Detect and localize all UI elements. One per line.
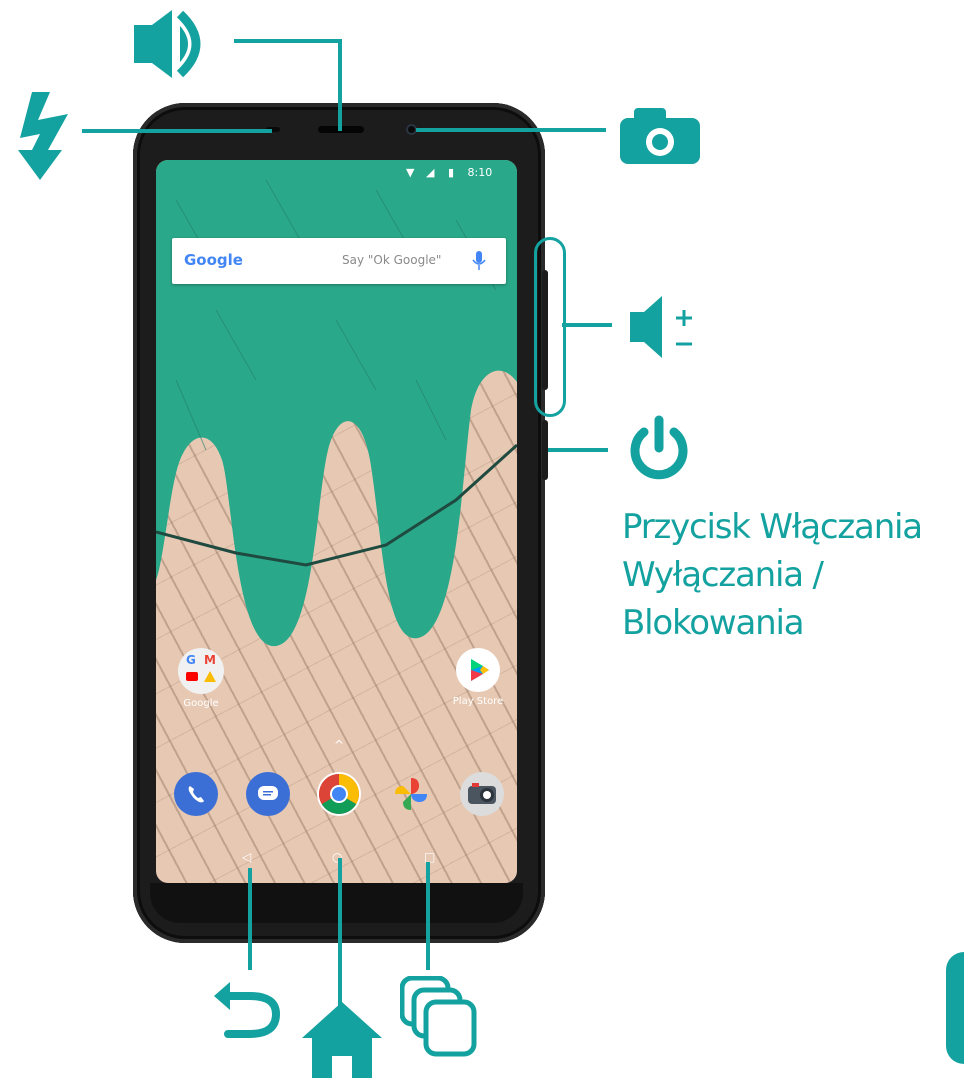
volume-highlight-ring	[534, 237, 566, 417]
dock	[174, 772, 504, 822]
google-logo: Google	[184, 251, 243, 269]
google-folder[interactable]: G M Google	[178, 648, 228, 709]
clock: 8:10	[467, 166, 493, 179]
chevron-up-icon[interactable]: ^	[334, 738, 344, 752]
folder-icon: G M	[178, 648, 224, 694]
battery-icon: ▮	[447, 166, 454, 179]
power-label-line1: Przycisk Włączania	[622, 507, 923, 547]
phone-app-icon[interactable]	[174, 772, 218, 816]
power-icon	[630, 415, 688, 480]
power-label-line2: Wyłączania /	[622, 555, 824, 595]
status-bar: ▼ ◢ ▮ 8:10	[406, 166, 492, 179]
phone-screen: ▼ ◢ ▮ 8:10 Google Say "Ok Google" G M Go…	[156, 160, 517, 883]
power-label-line3: Blokowania	[622, 603, 805, 643]
search-hint: Say "Ok Google"	[342, 253, 442, 267]
signal-icon: ◢	[425, 166, 435, 179]
mic-icon[interactable]	[472, 250, 486, 272]
speaker-icon	[134, 10, 201, 78]
play-store-label: Play Store	[452, 696, 504, 707]
volume-leader	[562, 323, 612, 327]
camera-leader	[416, 128, 606, 132]
play-store-app[interactable]: Play Store	[448, 648, 508, 707]
page-tab	[946, 952, 964, 1064]
power-leader	[548, 448, 608, 452]
back-icon	[214, 982, 281, 1038]
flash-icon	[18, 92, 68, 180]
google-search-bar[interactable]: Google Say "Ok Google"	[172, 238, 506, 284]
recents-leader	[426, 862, 430, 970]
wifi-icon: ▼	[406, 166, 415, 179]
home-leader	[338, 858, 342, 1010]
phone-chin	[150, 883, 523, 923]
chrome-app-icon[interactable]	[317, 772, 361, 816]
camera-icon	[620, 108, 700, 164]
back-leader	[248, 868, 252, 970]
photos-app-icon[interactable]	[389, 772, 433, 816]
speaker-leader-h	[234, 39, 342, 43]
camera-app-icon[interactable]	[460, 772, 504, 816]
messages-app-icon[interactable]	[245, 772, 290, 816]
speaker-leader-v	[338, 39, 342, 131]
nav-back-button[interactable]: ◁	[242, 850, 251, 864]
power-button-label: Przycisk Włączania Wyłączania / Blokowan…	[622, 503, 962, 647]
flash-leader	[82, 129, 272, 133]
google-folder-label: Google	[183, 698, 219, 709]
recent-apps-icon	[400, 976, 477, 1057]
volume-icon	[630, 296, 692, 358]
home-icon	[302, 1002, 382, 1078]
play-store-icon	[456, 648, 500, 692]
